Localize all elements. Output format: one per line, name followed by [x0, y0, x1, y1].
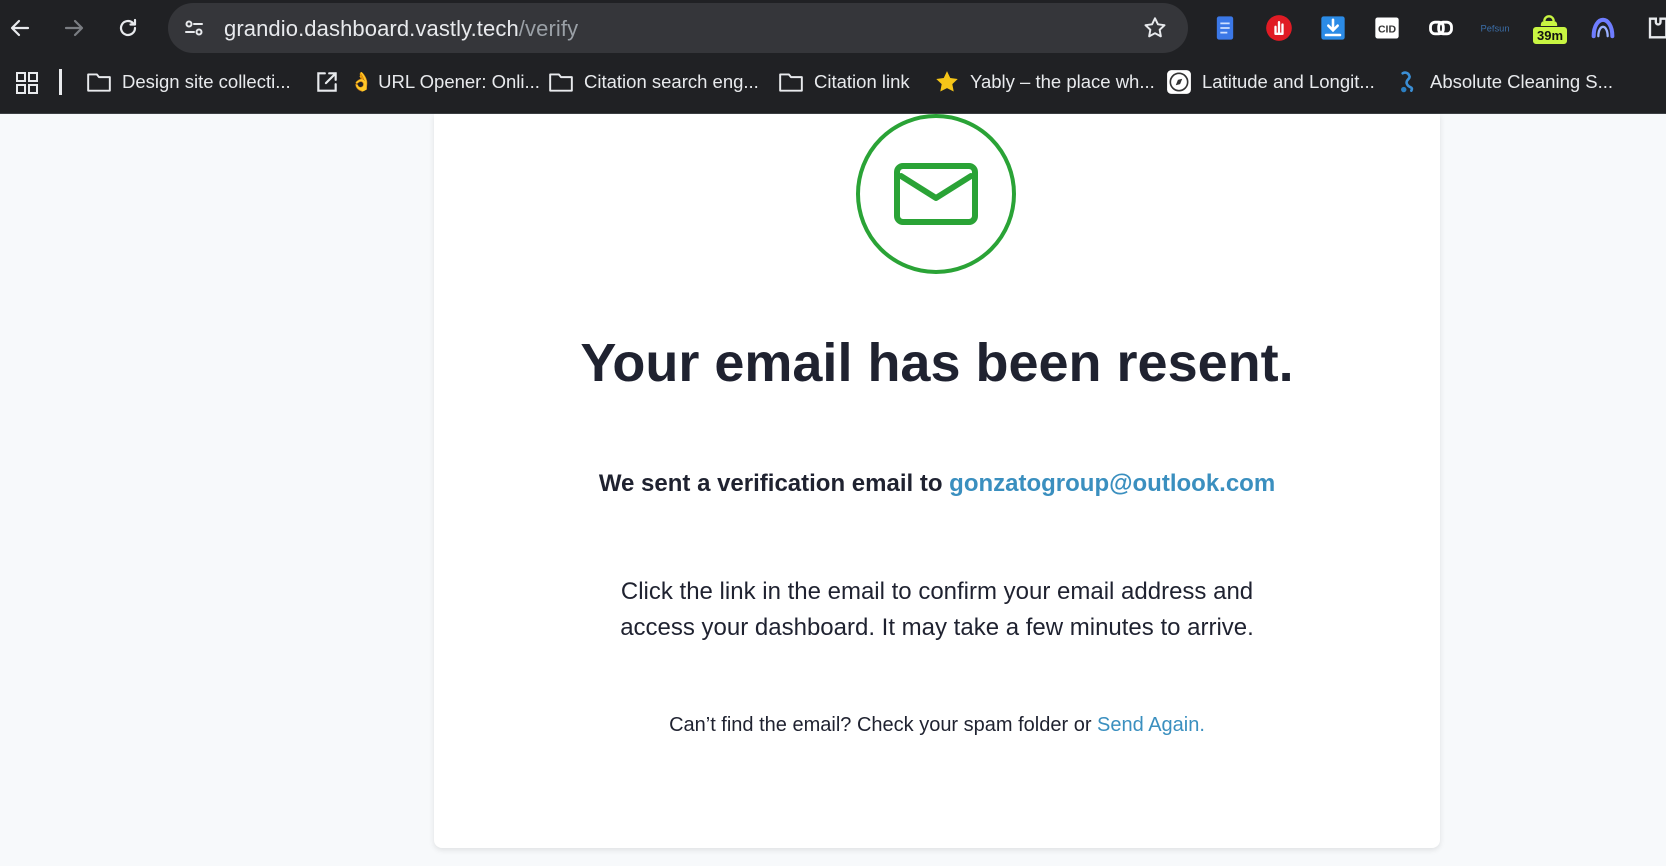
instructions-text: Click the link in the email to confirm y… — [620, 578, 1254, 641]
bookmark-label: 👌 URL Opener: Onli... — [350, 71, 540, 92]
site-info-button[interactable] — [178, 12, 210, 44]
bookmark-design-site-collection[interactable]: Design site collecti... — [86, 66, 291, 98]
pefsun-icon: Pefsun — [1481, 24, 1509, 34]
download-icon — [1321, 16, 1345, 40]
sent-prefix: We sent a verification email to — [598, 470, 950, 497]
bookmark-label: Latitude and Longit... — [1202, 71, 1375, 92]
svg-text:CID: CID — [1378, 24, 1397, 36]
puzzle-icon — [1648, 17, 1666, 39]
bookmark-url-opener[interactable]: 👌 URL Opener: Onli... — [314, 66, 540, 98]
folder-icon — [548, 69, 574, 95]
address-bar[interactable]: grandio.dashboard.vastly.tech/verify — [168, 3, 1188, 53]
pefsun-extension[interactable]: Pefsun — [1478, 11, 1512, 45]
verify-card: Your email has been resent. We sent a ve… — [434, 114, 1440, 848]
bookmark-citation-search[interactable]: Citation search eng... — [548, 66, 759, 98]
cleaning-icon — [1394, 69, 1420, 95]
back-button[interactable] — [2, 10, 38, 46]
cid-extension[interactable]: CID — [1370, 11, 1404, 45]
bookmark-absolute-cleaning[interactable]: Absolute Cleaning S... — [1394, 66, 1613, 98]
url-path: /verify — [518, 16, 579, 41]
bookmark-label: Citation search eng... — [584, 71, 759, 92]
bookmarks-bar: Design site collecti... 👌 URL Opener: On… — [0, 62, 1666, 102]
star-icon — [934, 69, 960, 95]
reload-icon — [119, 18, 137, 37]
reload-button[interactable] — [110, 10, 146, 46]
apps-grid-icon[interactable] — [15, 71, 39, 95]
sent-to-line: We sent a verification email to gonzatog… — [434, 470, 1440, 498]
send-again-link[interactable]: Send Again. — [1097, 714, 1205, 736]
bookmark-label: Citation link — [814, 71, 910, 92]
arc-icon — [1591, 17, 1615, 39]
adblock-icon — [1266, 15, 1292, 41]
spam-prefix: Can’t find the email? Check your spam fo… — [669, 714, 1098, 736]
arc-extension[interactable] — [1586, 11, 1620, 45]
bookmark-star-icon[interactable] — [1142, 15, 1168, 41]
docs-extension[interactable] — [1208, 11, 1242, 45]
adblock-extension[interactable] — [1262, 11, 1296, 45]
bookmark-citation-link[interactable]: Citation link — [778, 66, 910, 98]
spam-hint: Can’t find the email? Check your spam fo… — [434, 714, 1440, 737]
envelope-badge — [856, 114, 1016, 274]
browser-chrome: grandio.dashboard.vastly.tech/verify CID… — [0, 0, 1666, 114]
url-text[interactable]: grandio.dashboard.vastly.tech/verify — [224, 16, 578, 42]
page-title: Your email has been resent. — [580, 333, 1294, 393]
bookmark-latitude-longitude[interactable]: Latitude and Longit... — [1166, 66, 1375, 98]
envelope-icon — [894, 163, 978, 225]
arrow-right-icon — [64, 19, 84, 37]
bookmark-label: Design site collecti... — [122, 71, 291, 92]
bookmark-yably[interactable]: Yably – the place wh... — [934, 66, 1155, 98]
folder-icon — [778, 69, 804, 95]
timer-badge: 39m — [1532, 26, 1569, 45]
link-icon — [1429, 20, 1453, 36]
link-extension[interactable] — [1424, 11, 1458, 45]
bookmark-label: Absolute Cleaning S... — [1430, 71, 1614, 92]
email-address: gonzatogroup@outlook.com — [949, 470, 1276, 497]
open-external-icon — [314, 69, 340, 95]
forward-button[interactable] — [56, 10, 92, 46]
docs-icon — [1216, 16, 1234, 40]
bookmark-label: Yably – the place wh... — [970, 71, 1155, 92]
arrow-left-icon — [10, 19, 30, 37]
svg-text:Pefsun: Pefsun — [1481, 24, 1509, 34]
download-extension[interactable] — [1316, 11, 1350, 45]
compass-icon — [1166, 69, 1192, 95]
url-host: grandio.dashboard.vastly.tech — [224, 16, 519, 41]
cid-icon: CID — [1375, 17, 1399, 39]
tune-icon — [185, 20, 203, 36]
extensions-puzzle-button[interactable] — [1640, 11, 1666, 45]
bookmarks-separator — [59, 69, 62, 95]
folder-icon — [86, 69, 112, 95]
